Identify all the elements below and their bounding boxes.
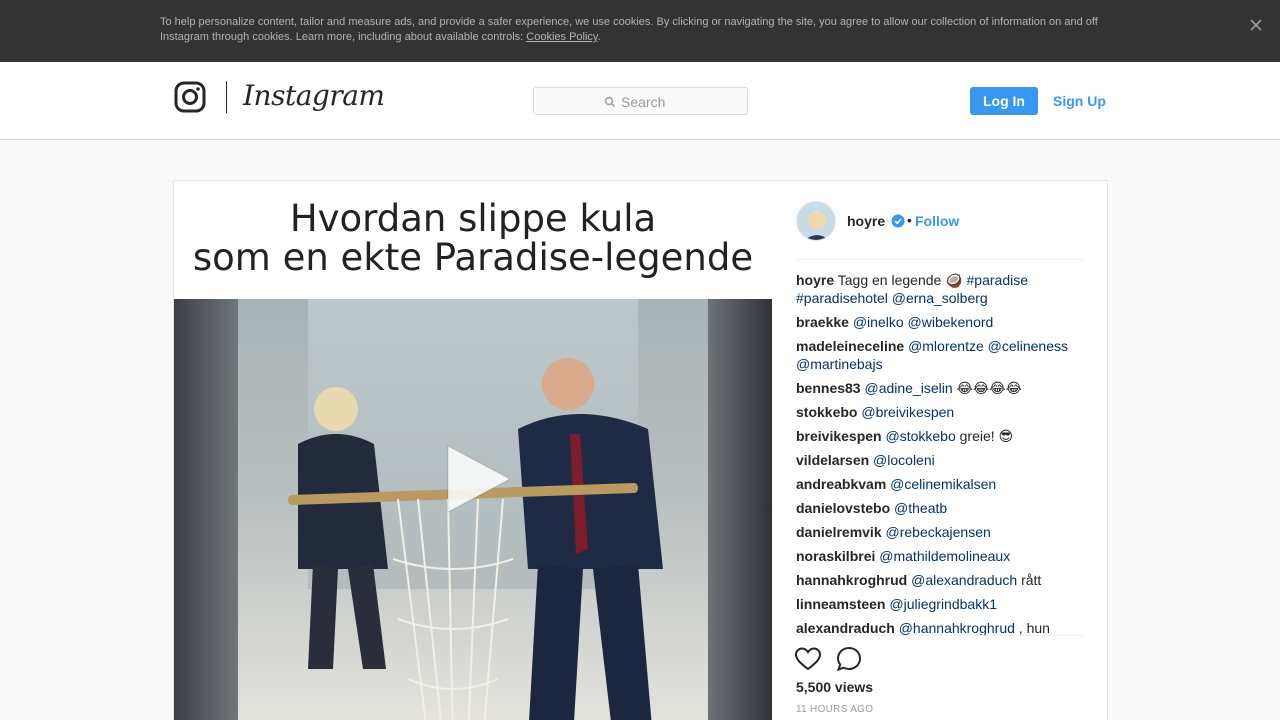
video-blur-left bbox=[174, 299, 238, 720]
video-title-line-1: Hvordan slippe kula bbox=[289, 197, 657, 240]
cookie-banner: To help personalize content, tailor and … bbox=[0, 0, 1280, 62]
view-count: 5,500 views bbox=[796, 679, 874, 695]
comment-icon[interactable] bbox=[835, 645, 863, 673]
comment-item: vildelarsen @locoleni bbox=[796, 451, 1083, 469]
logo-divider bbox=[226, 81, 227, 113]
divider bbox=[796, 635, 1083, 636]
person-right bbox=[518, 358, 663, 720]
post-sidebar: hoyre • Follow hoyre Tagg en legende 🥥 #… bbox=[772, 181, 1107, 720]
mention-link[interactable]: @stokkebo bbox=[886, 428, 956, 444]
comment-item: hannahkroghrud @alexandraduch rått bbox=[796, 571, 1083, 589]
heart-icon[interactable] bbox=[794, 645, 822, 673]
mention-link[interactable]: @alexandraduch bbox=[911, 572, 1017, 588]
follow-button[interactable]: Follow bbox=[915, 213, 959, 229]
comment-username[interactable]: hoyre bbox=[796, 272, 834, 288]
instagram-glyph-icon[interactable] bbox=[174, 81, 206, 113]
comment-item: hoyre Tagg en legende 🥥 #paradise #parad… bbox=[796, 271, 1083, 307]
comment-text: , hun bbox=[1014, 620, 1050, 635]
comment-item: danielovstebo @theatb bbox=[796, 499, 1083, 517]
comment-username[interactable]: alexandraduch bbox=[796, 620, 895, 635]
cookie-text: To help personalize content, tailor and … bbox=[160, 15, 1120, 45]
instagram-wordmark[interactable]: Instagram bbox=[243, 79, 385, 112]
search-icon bbox=[604, 95, 616, 107]
mention-link[interactable]: @mathildemolineaux bbox=[879, 548, 1010, 564]
comment-username[interactable]: braekke bbox=[796, 314, 849, 330]
comment-item: andreabkvam @celinemikalsen bbox=[796, 475, 1083, 493]
comment-username[interactable]: hannahkroghrud bbox=[796, 572, 907, 588]
mention-link[interactable]: @martinebajs bbox=[796, 356, 883, 372]
mention-link[interactable]: @rebeckajensen bbox=[886, 524, 991, 540]
comment-item: bennes83 @adine_iselin 😂😂😂😂 bbox=[796, 379, 1083, 397]
mention-link[interactable]: @wibekenord bbox=[908, 314, 994, 330]
comment-text: greie! 😎 bbox=[955, 428, 1014, 444]
mention-link[interactable]: @adine_iselin bbox=[864, 380, 952, 396]
comment-text: 😂😂😂😂 bbox=[952, 380, 1022, 396]
post-owner-username[interactable]: hoyre bbox=[847, 213, 885, 229]
video-blur-right bbox=[708, 299, 772, 720]
post-card: Hvordan slippe kula som en ekte Paradise… bbox=[173, 180, 1108, 720]
verified-badge-icon bbox=[891, 214, 905, 228]
play-icon[interactable] bbox=[444, 444, 514, 514]
post-media[interactable]: Hvordan slippe kula som en ekte Paradise… bbox=[174, 181, 772, 720]
person-left bbox=[298, 387, 388, 669]
video-frame[interactable] bbox=[174, 299, 772, 720]
comment-username[interactable]: noraskilbrei bbox=[796, 548, 875, 564]
comment-username[interactable]: breivikespen bbox=[796, 428, 882, 444]
comment-item: madeleineceline @mlorentze @celineness @… bbox=[796, 337, 1083, 373]
mention-link[interactable]: @hannahkroghrud bbox=[899, 620, 1015, 635]
mention-link[interactable]: @breivikespen bbox=[861, 404, 954, 420]
mention-link[interactable]: @theatb bbox=[894, 500, 947, 516]
comment-item: stokkebo @breivikespen bbox=[796, 403, 1083, 421]
comment-item: noraskilbrei @mathildemolineaux bbox=[796, 547, 1083, 565]
mention-link[interactable]: @inelko bbox=[853, 314, 904, 330]
comment-username[interactable]: madeleineceline bbox=[796, 338, 904, 354]
comment-item: braekke @inelko @wibekenord bbox=[796, 313, 1083, 331]
divider bbox=[796, 259, 1083, 260]
mention-link[interactable]: #paradise bbox=[967, 272, 1029, 288]
search-placeholder: Search bbox=[621, 94, 666, 110]
signup-link[interactable]: Sign Up bbox=[1053, 93, 1106, 109]
login-button[interactable]: Log In bbox=[970, 87, 1038, 115]
top-nav: Instagram Search Log In Sign Up bbox=[0, 62, 1280, 140]
mention-link[interactable]: @celineness bbox=[988, 338, 1068, 354]
cookies-policy-link[interactable]: Cookies Policy bbox=[526, 31, 597, 43]
comment-item: breivikespen @stokkebo greie! 😎 bbox=[796, 427, 1083, 445]
comment-username[interactable]: bennes83 bbox=[796, 380, 861, 396]
comment-text: Tagg en legende 🥥 bbox=[834, 272, 967, 288]
mention-link[interactable]: @erna_solberg bbox=[892, 290, 988, 306]
video-title: Hvordan slippe kula som en ekte Paradise… bbox=[174, 199, 772, 277]
rope-net bbox=[392, 499, 514, 720]
comment-item: linneamsteen @juliegrindbakk1 bbox=[796, 595, 1083, 613]
comment-item: danielremvik @rebeckajensen bbox=[796, 523, 1083, 541]
post-timestamp[interactable]: 11 HOURS AGO bbox=[796, 704, 873, 715]
comment-username[interactable]: linneamsteen bbox=[796, 596, 885, 612]
close-icon[interactable] bbox=[1246, 15, 1266, 35]
comment-item: alexandraduch @hannahkroghrud , hun bbox=[796, 619, 1083, 635]
mention-link[interactable]: @celinemikalsen bbox=[890, 476, 996, 492]
comment-username[interactable]: vildelarsen bbox=[796, 452, 869, 468]
mention-link[interactable]: #paradisehotel bbox=[796, 290, 888, 306]
video-title-line-2: som en ekte Paradise-legende bbox=[192, 236, 754, 279]
comment-username[interactable]: stokkebo bbox=[796, 404, 857, 420]
comment-username[interactable]: andreabkvam bbox=[796, 476, 886, 492]
mention-link[interactable]: @locoleni bbox=[873, 452, 935, 468]
comment-username[interactable]: danielovstebo bbox=[796, 500, 890, 516]
search-input[interactable]: Search bbox=[533, 87, 748, 115]
mention-link[interactable]: @mlorentze bbox=[908, 338, 984, 354]
mention-link[interactable]: @juliegrindbakk1 bbox=[889, 596, 997, 612]
comment-text: rått bbox=[1017, 572, 1042, 588]
comment-list[interactable]: hoyre Tagg en legende 🥥 #paradise #parad… bbox=[796, 271, 1083, 635]
cookie-suffix: . bbox=[597, 31, 601, 43]
separator-dot: • bbox=[907, 212, 912, 228]
avatar[interactable] bbox=[796, 201, 836, 241]
comment-username[interactable]: danielremvik bbox=[796, 524, 882, 540]
cookie-message: To help personalize content, tailor and … bbox=[160, 16, 1098, 43]
